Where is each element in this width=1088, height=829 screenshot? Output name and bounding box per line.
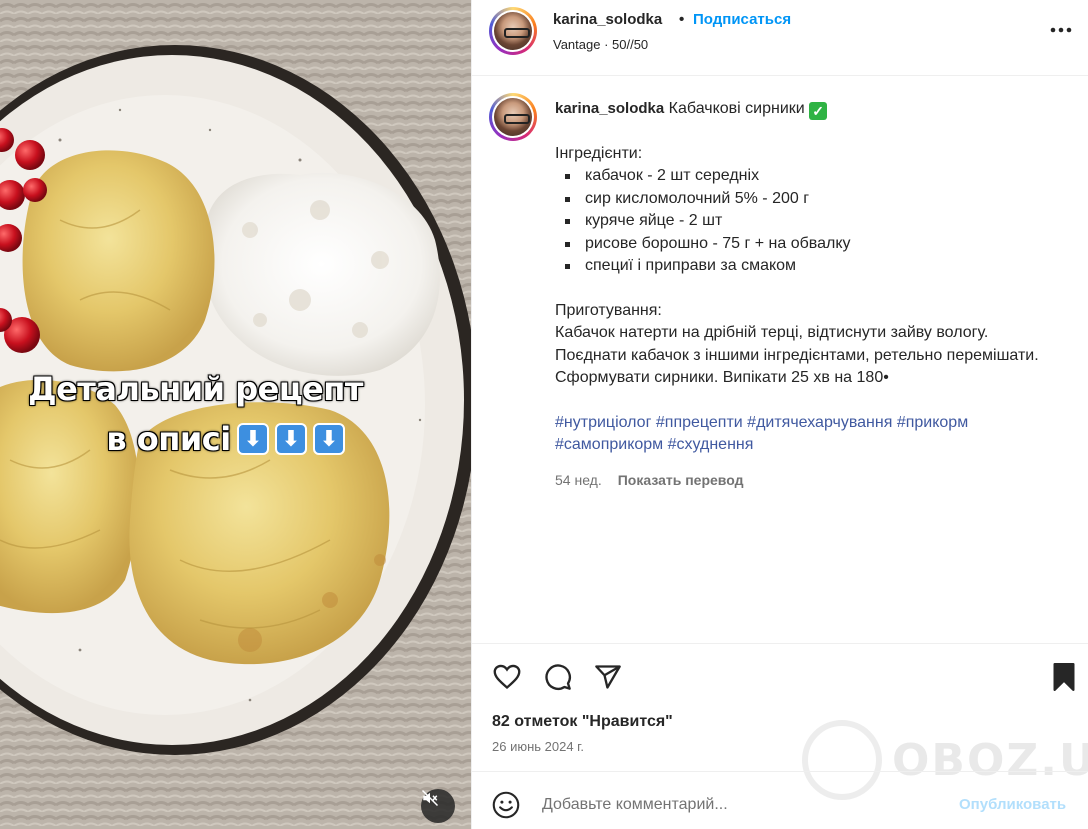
separator-dot: • bbox=[679, 11, 685, 28]
likes-count[interactable]: 82 отметок "Нравится" bbox=[492, 713, 673, 731]
avatar[interactable] bbox=[489, 93, 537, 141]
like-button[interactable] bbox=[491, 661, 523, 693]
post-age: 54 нед. bbox=[555, 471, 602, 488]
mute-button[interactable] bbox=[421, 789, 455, 823]
hashtag-link[interactable]: #самоприкорм bbox=[555, 436, 663, 453]
post-header: karina_solodka • Подписаться Vantage · 5… bbox=[472, 0, 1088, 76]
bookmark-icon bbox=[1053, 663, 1075, 691]
comment-input[interactable] bbox=[542, 792, 942, 818]
check-mark-icon: ✓ bbox=[809, 102, 828, 120]
more-icon bbox=[1050, 27, 1072, 33]
overlay-caption-line2: в описі ⬇ ⬇ ⬇ bbox=[0, 420, 471, 458]
food-photo bbox=[0, 0, 471, 829]
post-media[interactable]: Детальний рецепт в описі ⬇ ⬇ ⬇ bbox=[0, 0, 471, 829]
author-username[interactable]: karina_solodka bbox=[553, 11, 662, 28]
audio-track[interactable]: Vantage · 50//50 bbox=[553, 37, 648, 52]
ingredients-list: кабачок - 2 шт середніх сир кисломолочни… bbox=[565, 165, 1055, 278]
list-item: куряче яйце - 2 шт bbox=[565, 210, 1055, 233]
speaker-muted-icon bbox=[421, 789, 439, 807]
comment-icon bbox=[545, 664, 571, 690]
post-details-panel: karina_solodka • Подписаться Vantage · 5… bbox=[471, 0, 1088, 829]
overlay-caption-line2-text: в описі bbox=[106, 420, 231, 458]
arrow-down-icon: ⬇ bbox=[236, 423, 269, 455]
avatar[interactable] bbox=[489, 7, 537, 55]
post-date: 26 июнь 2024 г. bbox=[492, 739, 584, 754]
comment-bar: Опубликовать bbox=[472, 771, 1088, 829]
list-item: рисове борошно - 75 г + на обвалку bbox=[565, 233, 1055, 256]
heart-icon bbox=[493, 664, 521, 690]
list-item: кабачок - 2 шт середніх bbox=[565, 165, 1055, 188]
arrow-down-icon: ⬇ bbox=[312, 423, 345, 455]
ingredients-heading: Інгредієнти: bbox=[555, 144, 643, 162]
hashtag-link[interactable]: #схуднення bbox=[668, 436, 754, 453]
caption-username[interactable]: karina_solodka bbox=[555, 100, 664, 117]
hashtag-link[interactable]: #нутриціолог bbox=[555, 414, 651, 431]
hashtags: #нутриціолог #ппрецепти #дитячехарчуванн… bbox=[555, 412, 1055, 457]
caption-body: karina_solodka Кабачкові сирники ✓ Інгре… bbox=[555, 98, 1055, 491]
caption-title: Кабачкові сирники bbox=[668, 100, 805, 117]
caption-meta: 54 нед. Показать перевод bbox=[555, 469, 1055, 492]
paper-plane-icon bbox=[595, 665, 621, 689]
post-comment-button[interactable]: Опубликовать bbox=[959, 796, 1066, 813]
overlay-caption-line1: Детальний рецепт bbox=[28, 370, 363, 408]
emoji-button[interactable] bbox=[492, 791, 520, 819]
method-text: Кабачок натерти на дрібній терці, відтис… bbox=[555, 324, 1039, 386]
comment-button[interactable] bbox=[542, 661, 574, 693]
list-item: специї і приправи за смаком bbox=[565, 255, 1055, 278]
follow-button[interactable]: Подписаться bbox=[693, 11, 791, 28]
hashtag-link[interactable]: #прикорм bbox=[897, 414, 968, 431]
hashtag-link[interactable]: #дитячехарчування bbox=[747, 414, 892, 431]
arrow-down-icon: ⬇ bbox=[274, 423, 307, 455]
method-heading: Приготування: bbox=[555, 301, 662, 319]
hashtag-link[interactable]: #ппрецепти bbox=[656, 414, 743, 431]
save-button[interactable] bbox=[1048, 661, 1080, 693]
share-button[interactable] bbox=[592, 661, 624, 693]
list-item: сир кисломолочний 5% - 200 г bbox=[565, 188, 1055, 211]
more-options-button[interactable] bbox=[1049, 18, 1073, 42]
smiley-icon bbox=[492, 791, 520, 819]
translate-button[interactable]: Показать перевод bbox=[618, 469, 744, 492]
